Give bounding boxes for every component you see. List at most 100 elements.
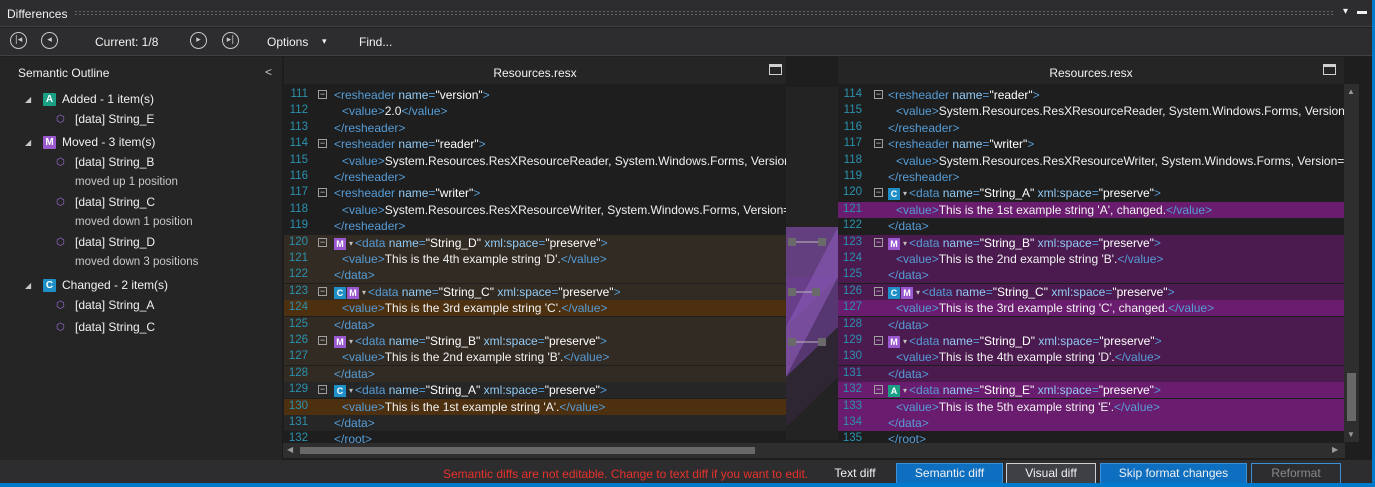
first-diff-button[interactable]: |◂ [10, 32, 27, 49]
code-line[interactable]: 119 </resheader> [838, 169, 1344, 185]
fold-toggle-icon[interactable]: − [318, 385, 327, 394]
code-line[interactable]: 120 − C ▾ <data name="String_A" xml:space="p… [838, 185, 1344, 201]
drag-grip[interactable] [74, 10, 1335, 15]
moved-marker-icon[interactable]: M [888, 237, 900, 250]
outline-group-moved[interactable]: ◢ M Moved - 3 item(s) [25, 133, 155, 151]
code-line[interactable]: 133 <value>This is the 5th example string… [838, 399, 1344, 415]
changed-marker-icon[interactable]: C [888, 187, 900, 200]
code-line[interactable]: 123 − M ▾ <data name="String_B" xml:space="p… [838, 235, 1344, 251]
code-line[interactable]: 130 <value>This is the 4th example string… [838, 349, 1344, 365]
changed-marker-icon[interactable]: C [334, 384, 346, 397]
code-line[interactable]: 118 <value>System.Resources.ResXResourceW… [284, 202, 786, 218]
moved-marker-icon[interactable]: M [901, 286, 913, 299]
code-line[interactable]: 126 − C M ▾ <data name="String_C" xml:space="… [838, 284, 1344, 300]
code-line[interactable]: 126 − M ▾ <data name="String_B" xml:space="p… [284, 333, 786, 349]
code-line[interactable]: 129 − M ▾ <data name="String_D" xml:space="p… [838, 333, 1344, 349]
options-menu[interactable]: Options [267, 35, 308, 49]
right-code-pane[interactable]: Resources.resx 114− <resheader name="read… [838, 57, 1344, 460]
outline-item[interactable]: ⬡ [data] String_A [56, 298, 154, 312]
code-line[interactable]: 114 − <resheader name="reader"> [838, 87, 1344, 103]
scroll-down-icon[interactable]: ▼ [1347, 430, 1355, 439]
moved-marker-icon[interactable]: M [347, 286, 359, 299]
fold-toggle-icon[interactable]: − [318, 238, 327, 247]
scroll-right-icon[interactable]: ▶ [1332, 445, 1338, 454]
vertical-scrollbar[interactable]: ▲ ▼ [1344, 84, 1359, 442]
code-line[interactable]: 122 </data> [838, 218, 1344, 234]
vertical-scroll-thumb[interactable] [1347, 373, 1356, 421]
moved-marker-icon[interactable]: M [888, 335, 900, 348]
fold-toggle-icon[interactable]: − [874, 238, 883, 247]
code-line[interactable]: 116 </resheader> [838, 120, 1344, 136]
code-line[interactable]: 111 − <resheader name="version"> [284, 87, 786, 103]
marker-dropdown-icon[interactable]: ▾ [349, 386, 353, 395]
outline-group-changed[interactable]: ◢ C Changed - 2 item(s) [25, 276, 168, 294]
outline-item[interactable]: ⬡ [data] String_C [56, 195, 155, 209]
code-line[interactable]: 127 <value>This is the 3rd example string… [838, 300, 1344, 316]
moved-marker-icon[interactable]: M [334, 335, 346, 348]
next-diff-button[interactable]: ▸ [190, 32, 207, 49]
horizontal-scroll-thumb[interactable] [300, 447, 755, 454]
marker-dropdown-icon[interactable]: ▾ [903, 239, 907, 248]
outline-item[interactable]: ⬡ [data] String_B [56, 155, 154, 169]
outline-item[interactable]: ⬡ [data] String_E [56, 112, 154, 126]
scroll-up-icon[interactable]: ▲ [1347, 87, 1355, 96]
skip-format-changes-button[interactable]: Skip format changes [1100, 463, 1247, 484]
moved-marker-icon[interactable]: M [334, 237, 346, 250]
code-line[interactable]: 127 <value>This is the 2nd example string… [284, 349, 786, 365]
fold-toggle-icon[interactable]: − [874, 139, 883, 148]
code-line[interactable]: 115 <value>System.Resources.ResXResourceR… [284, 153, 786, 169]
pin-icon[interactable]: ▬ [1357, 6, 1367, 17]
code-line[interactable]: 131 </data> [284, 415, 786, 431]
marker-dropdown-icon[interactable]: ▾ [903, 189, 907, 198]
code-line[interactable]: 132 − A ▾ <data name="String_E" xml:space="p… [838, 382, 1344, 398]
changed-marker-icon[interactable]: C [334, 286, 346, 299]
code-line[interactable]: 124 <value>This is the 3rd example string… [284, 300, 786, 316]
outline-group-added[interactable]: ◢ A Added - 1 item(s) [25, 90, 154, 108]
code-line[interactable]: 128 </data> [284, 366, 786, 382]
code-line[interactable]: 121 <value>This is the 1st example string… [838, 202, 1344, 218]
code-line[interactable]: 114 − <resheader name="reader"> [284, 136, 786, 152]
marker-dropdown-icon[interactable]: ▾ [916, 288, 920, 297]
collapse-outline-button[interactable]: < [265, 65, 272, 79]
marker-dropdown-icon[interactable]: ▾ [362, 288, 366, 297]
reformat-button[interactable]: Reformat [1251, 463, 1341, 484]
outline-item[interactable]: ⬡ [data] String_C [56, 320, 155, 334]
fold-toggle-icon[interactable]: − [874, 90, 883, 99]
options-chevron-down-icon[interactable]: ▾ [322, 36, 327, 47]
fold-toggle-icon[interactable]: − [318, 90, 327, 99]
code-line[interactable]: 117 − <resheader name="writer"> [838, 136, 1344, 152]
expand-triangle-icon[interactable]: ◢ [25, 138, 43, 147]
code-line[interactable]: 130 <value>This is the 1st example string… [284, 399, 786, 415]
marker-dropdown-icon[interactable]: ▾ [349, 337, 353, 346]
code-line[interactable]: 123 − C M ▾ <data name="String_C" xml:space="… [284, 284, 786, 300]
text-diff-button[interactable]: Text diff [820, 463, 890, 484]
code-line[interactable]: 122 </data> [284, 267, 786, 283]
code-line[interactable]: 134 </data> [838, 415, 1344, 431]
semantic-diff-button[interactable]: Semantic diff [896, 463, 1003, 484]
code-line[interactable]: 120 − M ▾ <data name="String_D" xml:space="p… [284, 235, 786, 251]
maximize-icon[interactable] [1323, 64, 1336, 75]
fold-toggle-icon[interactable]: − [874, 336, 883, 345]
marker-dropdown-icon[interactable]: ▾ [903, 386, 907, 395]
code-line[interactable]: 118 <value>System.Resources.ResXResourceW… [838, 153, 1344, 169]
visual-diff-button[interactable]: Visual diff [1006, 463, 1096, 484]
outline-item[interactable]: ⬡ [data] String_D [56, 235, 155, 249]
last-diff-button[interactable]: ▸| [222, 32, 239, 49]
code-line[interactable]: 128 </data> [838, 317, 1344, 333]
find-button[interactable]: Find... [359, 35, 392, 49]
code-line[interactable]: 119 </resheader> [284, 218, 786, 234]
fold-toggle-icon[interactable]: − [318, 188, 327, 197]
code-line[interactable]: 112 <value>2.0</value> [284, 103, 786, 119]
code-line[interactable]: 125 </data> [838, 267, 1344, 283]
code-line[interactable]: 129 − C ▾ <data name="String_A" xml:space="p… [284, 382, 786, 398]
fold-toggle-icon[interactable]: − [318, 336, 327, 345]
fold-toggle-icon[interactable]: − [874, 188, 883, 197]
code-line[interactable]: 131 </data> [838, 366, 1344, 382]
marker-dropdown-icon[interactable]: ▾ [903, 337, 907, 346]
fold-toggle-icon[interactable]: − [874, 287, 883, 296]
left-code-pane[interactable]: Resources.resx 111− <resheader name="vers… [284, 57, 786, 460]
code-line[interactable]: 121 <value>This is the 4th example string… [284, 251, 786, 267]
added-marker-icon[interactable]: A [888, 384, 900, 397]
fold-toggle-icon[interactable]: − [318, 287, 327, 296]
code-line[interactable]: 124 <value>This is the 2nd example string… [838, 251, 1344, 267]
